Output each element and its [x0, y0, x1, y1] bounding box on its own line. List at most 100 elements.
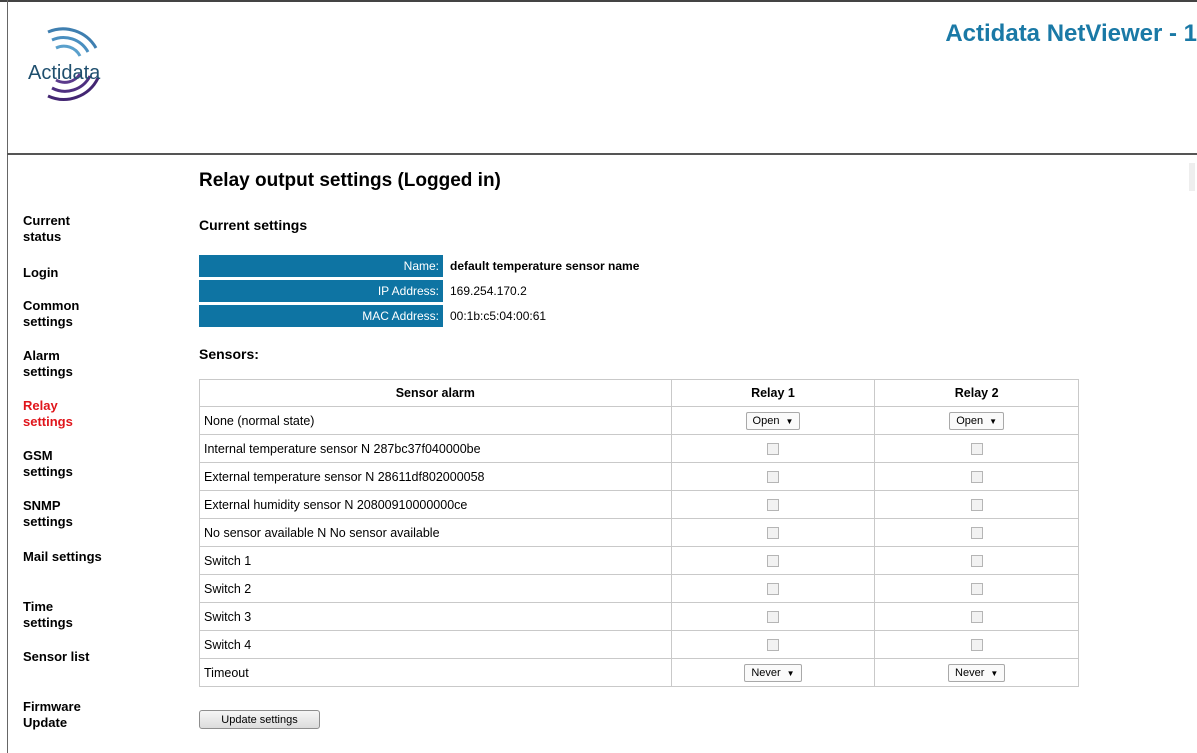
relay-2-cell: Open ▼	[874, 406, 1079, 435]
sensor-alarm-label: Switch 3	[199, 602, 672, 631]
nav-common-settings[interactable]: Common settings	[23, 298, 103, 330]
header-divider	[7, 153, 1197, 155]
relay-2-cell	[874, 434, 1079, 463]
table-row: Timeout Never ▼ Never ▼	[199, 658, 1079, 687]
table-row: External temperature sensor N 28611df802…	[199, 462, 1079, 491]
relay-1-cell	[670, 546, 876, 575]
relay-1-select[interactable]: Never ▼	[744, 663, 802, 682]
table-header-row: Sensor alarm Relay 1 Relay 2	[199, 379, 1079, 407]
relay-2-select[interactable]: Never ▼	[948, 663, 1006, 682]
device-info-table: Name: default temperature sensor name IP…	[199, 252, 639, 330]
table-row: Switch 4	[199, 630, 1079, 659]
table-row: Switch 3	[199, 602, 1079, 631]
relay-2-checkbox[interactable]	[970, 555, 983, 568]
sensor-alarm-label: Timeout	[199, 658, 672, 687]
relay-2-checkbox[interactable]	[970, 583, 983, 596]
nav-login[interactable]: Login	[23, 265, 103, 281]
column-header-sensor-alarm: Sensor alarm	[199, 379, 672, 407]
relay-2-checkbox[interactable]	[970, 639, 983, 652]
relay-1-checkbox[interactable]	[766, 471, 779, 484]
info-value: default temperature sensor name	[450, 259, 640, 273]
relay-2-checkbox[interactable]	[970, 499, 983, 512]
column-header-relay-2: Relay 2	[874, 379, 1079, 407]
relay-1-cell: Open ▼	[670, 406, 876, 435]
relay-1-cell	[670, 434, 876, 463]
info-row-ip: IP Address: 169.254.170.2	[199, 280, 639, 302]
relay-1-checkbox[interactable]	[766, 527, 779, 540]
relay-1-cell	[670, 574, 876, 603]
chevron-down-icon: ▼	[785, 416, 794, 426]
current-settings-heading: Current settings	[199, 217, 308, 233]
relay-1-checkbox[interactable]	[766, 555, 779, 568]
sensor-alarm-label: No sensor available N No sensor availabl…	[199, 518, 672, 547]
app-title: Actidata NetViewer - 1	[945, 20, 1197, 47]
top-border	[0, 0, 1197, 2]
relay-2-cell	[874, 574, 1079, 603]
column-header-relay-1: Relay 1	[670, 379, 876, 407]
select-value: Never	[751, 666, 781, 679]
update-settings-button[interactable]: Update settings	[199, 710, 320, 729]
nav-time-settings[interactable]: Time settings	[23, 599, 103, 631]
sensor-relay-table: Sensor alarm Relay 1 Relay 2 None (norma…	[199, 379, 1079, 687]
sensor-alarm-label: External humidity sensor N 2080091000000…	[199, 490, 672, 519]
nav-gsm-settings[interactable]: GSM settings	[23, 448, 103, 480]
nav-firmware-update[interactable]: Firmware Update	[23, 699, 103, 731]
table-row: Switch 2	[199, 574, 1079, 603]
nav-sensor-list[interactable]: Sensor list	[23, 649, 103, 665]
relay-2-cell	[874, 546, 1079, 575]
select-value: Open	[752, 414, 780, 427]
relay-1-cell	[670, 490, 876, 519]
relay-2-checkbox[interactable]	[970, 611, 983, 624]
nav-snmp-settings[interactable]: SNMP settings	[23, 498, 103, 530]
relay-2-cell	[874, 630, 1079, 659]
relay-1-cell	[670, 518, 876, 547]
table-row: Internal temperature sensor N 287bc37f04…	[199, 434, 1079, 463]
relay-1-cell	[670, 630, 876, 659]
relay-2-select[interactable]: Open ▼	[949, 411, 1005, 430]
actidata-logo: Actidata	[18, 18, 118, 108]
logo-text: Actidata	[28, 62, 101, 84]
relay-1-select[interactable]: Open ▼	[745, 411, 801, 430]
page-title: Relay output settings (Logged in)	[199, 170, 501, 191]
relay-2-cell	[874, 602, 1079, 631]
info-value: 00:1b:c5:04:00:61	[450, 309, 547, 323]
relay-2-cell	[874, 518, 1079, 547]
relay-1-checkbox[interactable]	[766, 611, 779, 624]
info-row-name: Name: default temperature sensor name	[199, 255, 639, 277]
relay-1-checkbox[interactable]	[766, 639, 779, 652]
relay-1-cell: Never ▼	[670, 658, 876, 687]
info-value: 169.254.170.2	[450, 284, 527, 298]
sensor-alarm-label: Switch 2	[199, 574, 672, 603]
left-border	[7, 0, 8, 753]
table-row: No sensor available N No sensor availabl…	[199, 518, 1079, 547]
nav-current-status[interactable]: Current status	[23, 213, 103, 245]
info-label: Name:	[199, 255, 443, 277]
table-row: External humidity sensor N 2080091000000…	[199, 490, 1079, 519]
relay-1-checkbox[interactable]	[766, 443, 779, 456]
info-label: IP Address:	[199, 280, 443, 302]
relay-2-cell: Never ▼	[874, 658, 1079, 687]
relay-1-checkbox[interactable]	[766, 583, 779, 596]
sensor-alarm-label: Switch 4	[199, 630, 672, 659]
relay-2-checkbox[interactable]	[970, 527, 983, 540]
relay-1-checkbox[interactable]	[766, 499, 779, 512]
nav-mail-settings[interactable]: Mail settings	[23, 549, 103, 565]
nav-alarm-settings[interactable]: Alarm settings	[23, 348, 103, 380]
sensor-alarm-label: None (normal state)	[199, 406, 672, 435]
sensor-alarm-label: Internal temperature sensor N 287bc37f04…	[199, 434, 672, 463]
chevron-down-icon: ▼	[990, 668, 999, 678]
scrollbar-stub	[1189, 163, 1195, 191]
relay-1-cell	[670, 602, 876, 631]
relay-2-checkbox[interactable]	[970, 471, 983, 484]
relay-2-checkbox[interactable]	[970, 443, 983, 456]
chevron-down-icon: ▼	[786, 668, 795, 678]
sensors-heading: Sensors:	[199, 346, 259, 362]
table-row: None (normal state) Open ▼ Open ▼	[199, 406, 1079, 435]
sensor-alarm-label: Switch 1	[199, 546, 672, 575]
table-row: Switch 1	[199, 546, 1079, 575]
relay-1-cell	[670, 462, 876, 491]
select-value: Open	[956, 414, 984, 427]
nav-relay-settings[interactable]: Relay settings	[23, 398, 103, 430]
info-row-mac: MAC Address: 00:1b:c5:04:00:61	[199, 305, 639, 327]
chevron-down-icon: ▼	[989, 416, 998, 426]
